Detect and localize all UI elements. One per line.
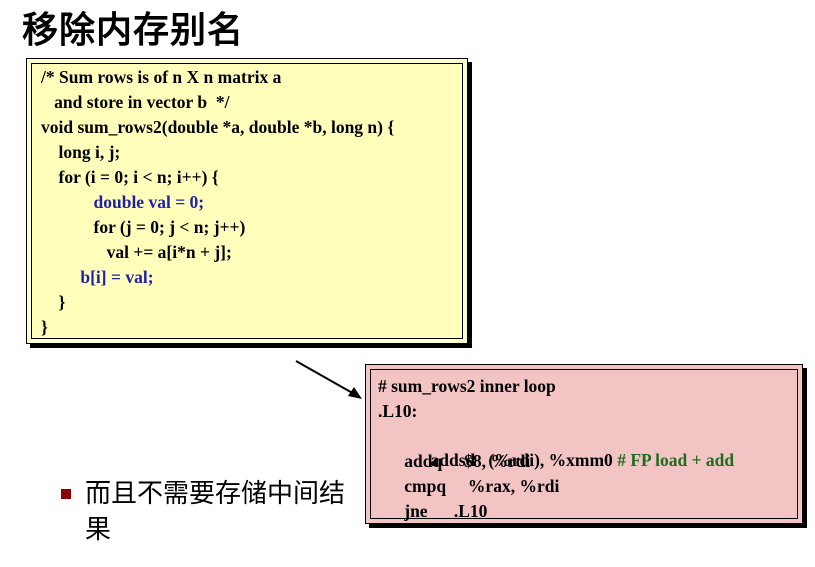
code-line-7: for (j = 0; j < n; j++) xyxy=(41,217,246,237)
slide-title: 移除内存别名 xyxy=(22,10,245,51)
assembly-box: # sum_rows2 inner loop .L10: addsd (%rdi… xyxy=(365,364,803,524)
code-line-1: /* Sum rows is of n X n matrix a xyxy=(41,67,282,87)
code-line-3: void sum_rows2(double *a, double *b, lon… xyxy=(41,117,395,137)
bullet-marker xyxy=(61,489,71,499)
code-line-10: } xyxy=(41,292,66,312)
asm-line-4: jne .L10 xyxy=(378,501,488,521)
c-code-box: /* Sum rows is of n X n matrix a and sto… xyxy=(26,58,468,344)
code-line-4: long i, j; xyxy=(41,142,121,162)
code-line-9-highlight: b[i] = val; xyxy=(41,267,154,287)
asm-line-1-comment: # FP load + add xyxy=(617,450,735,470)
code-line-2: and store in vector b */ xyxy=(41,92,230,112)
code-line-8: val += a[i*n + j]; xyxy=(41,242,232,262)
asm-line-2: addq $8, %rdi xyxy=(378,451,531,471)
arrow-icon xyxy=(295,360,362,399)
bullet-text: 而且不需要存储中间结果 xyxy=(85,479,346,545)
asm-header: # sum_rows2 inner loop xyxy=(378,376,556,396)
asm-line-3: cmpq %rax, %rdi xyxy=(378,476,560,496)
code-line-6-highlight: double val = 0; xyxy=(41,192,205,212)
code-line-11: } xyxy=(41,317,48,337)
asm-label: .L10: xyxy=(378,401,418,421)
assembly-inner: # sum_rows2 inner loop .L10: addsd (%rdi… xyxy=(370,369,798,521)
code-line-5: for (i = 0; i < n; i++) { xyxy=(41,167,219,187)
c-code-inner: /* Sum rows is of n X n matrix a and sto… xyxy=(31,63,463,339)
